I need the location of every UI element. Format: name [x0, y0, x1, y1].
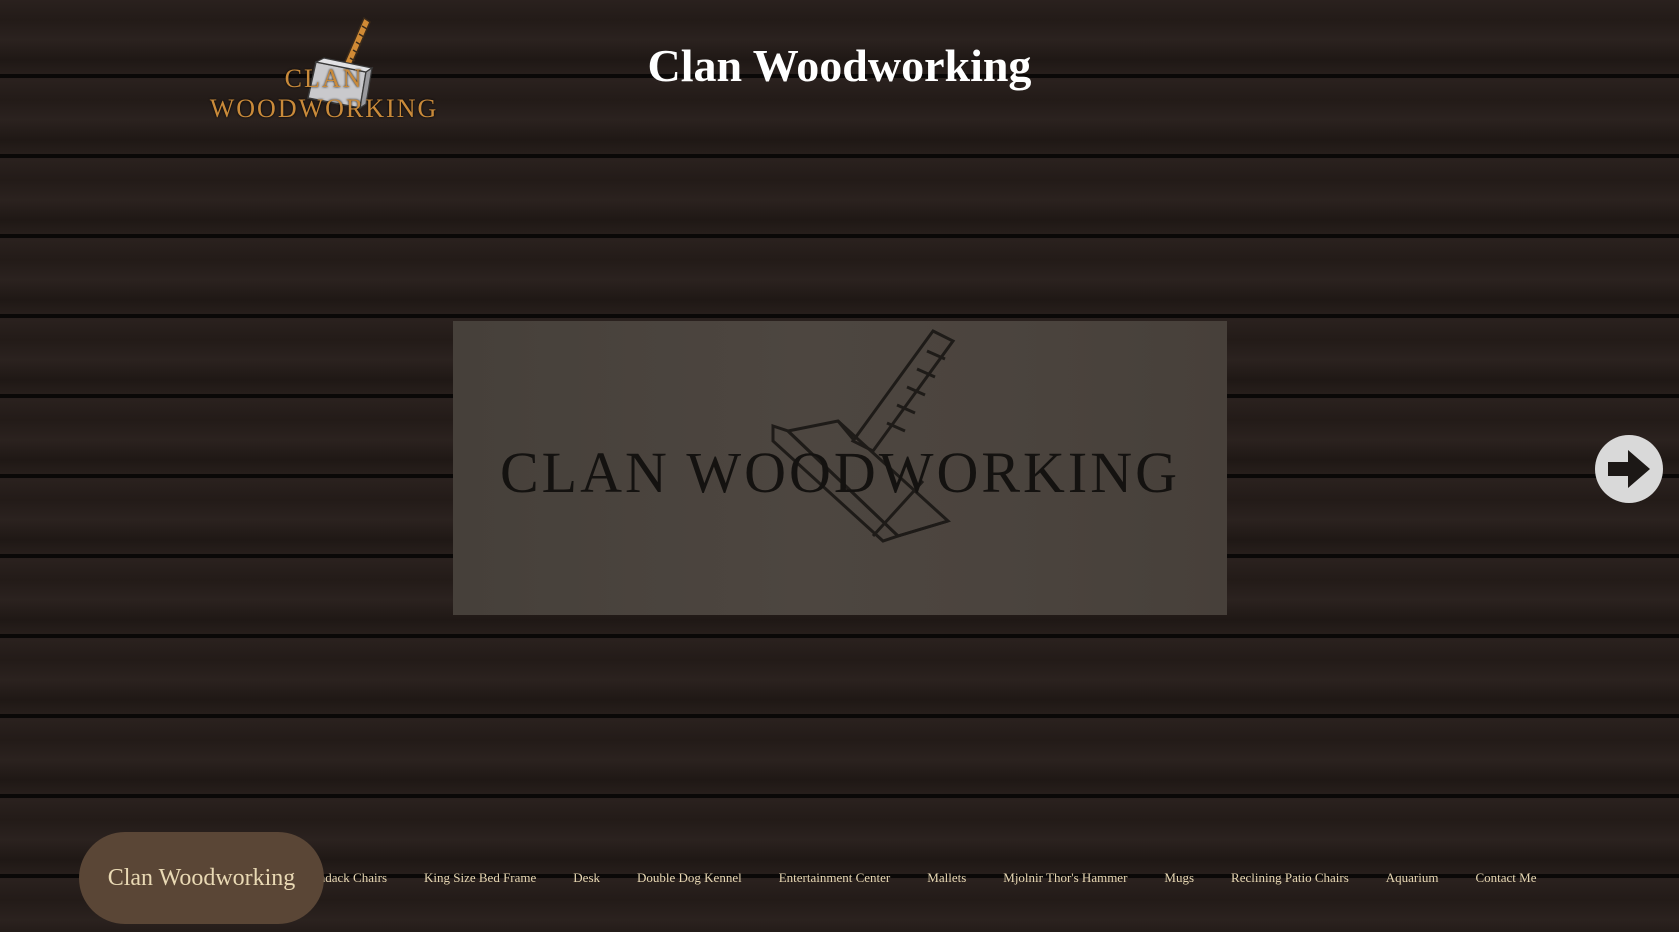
nav-item-double-dog-kennel[interactable]: Double Dog Kennel	[637, 870, 742, 886]
nav-item-aquarium[interactable]: Aquarium	[1386, 870, 1439, 886]
nav-item-contact-me[interactable]: Contact Me	[1475, 870, 1536, 886]
nav-item-king-size-bed-frame[interactable]: King Size Bed Frame	[424, 870, 536, 886]
page-title: Clan Woodworking	[647, 40, 1032, 91]
nav-item-reclining-patio-chairs[interactable]: Reclining Patio Chairs	[1231, 870, 1349, 886]
next-slide-button[interactable]	[1594, 434, 1664, 504]
nav-menu: Adirondack Chairs King Size Bed Frame De…	[300, 832, 1574, 924]
arrow-right-circle-icon	[1595, 435, 1663, 503]
main-nav: Clan Woodworking Adirondack Chairs King …	[0, 832, 1679, 924]
slide-text: CLAN WOODWORKING	[499, 440, 1181, 505]
nav-item-entertainment-center[interactable]: Entertainment Center	[779, 870, 891, 886]
nav-item-mallets[interactable]: Mallets	[927, 870, 966, 886]
nav-item-mjolnir-thors-hammer[interactable]: Mjolnir Thor's Hammer	[1003, 870, 1127, 886]
slideshow-image[interactable]: CLAN WOODWORKING	[453, 321, 1227, 615]
nav-item-desk[interactable]: Desk	[573, 870, 600, 886]
site-header: CLAN WOODWORKING Clan Woodworking	[0, 0, 1679, 123]
nav-brand-link[interactable]: Clan Woodworking	[79, 832, 324, 924]
nav-item-mugs[interactable]: Mugs	[1164, 870, 1194, 886]
